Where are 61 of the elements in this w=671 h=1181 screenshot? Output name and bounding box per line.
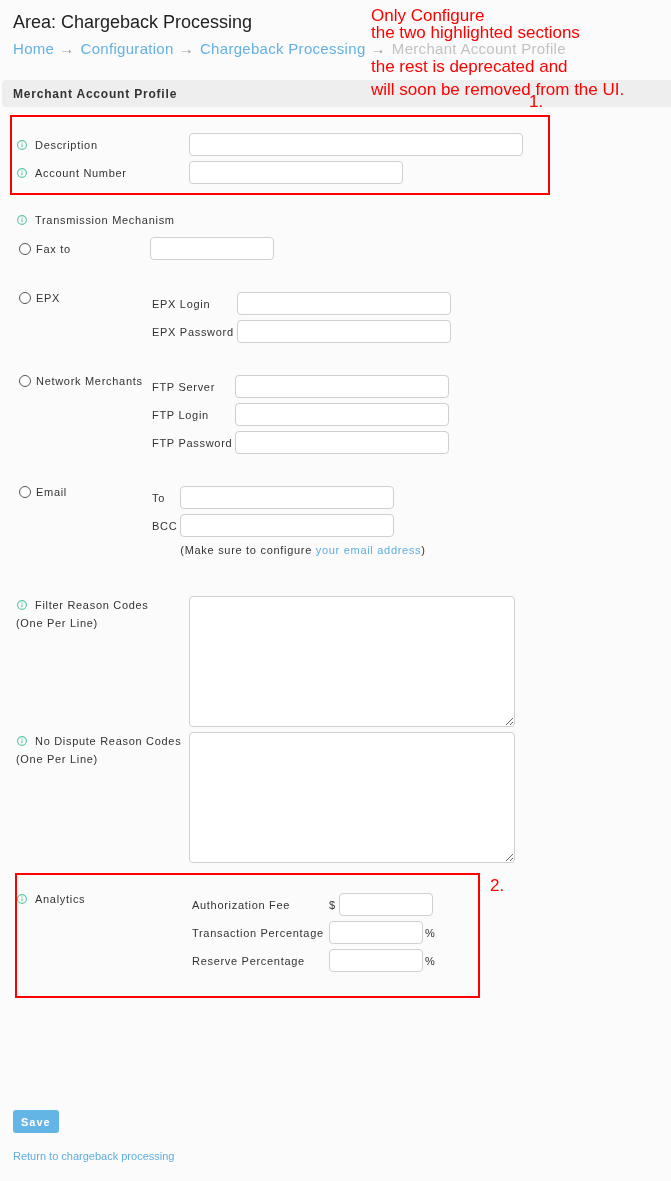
field-label: Account Number [35, 165, 127, 180]
radio-button[interactable] [19, 242, 31, 255]
field-hint: (One Per Line) [16, 616, 98, 630]
input-field[interactable] [235, 403, 450, 426]
breadcrumb-link[interactable]: Home [13, 41, 55, 57]
input-field[interactable] [236, 292, 451, 315]
help-note: (Make sure to configure your email address) [180, 543, 426, 557]
input-field[interactable] [338, 893, 433, 916]
field-hint: (One Per Line) [16, 752, 98, 766]
return-link[interactable]: Return to chargeback processing [13, 1150, 175, 1162]
annotation-text: the two highlighted sections [371, 24, 580, 41]
input-field[interactable] [150, 237, 274, 260]
annotation-text: the rest is deprecated and [371, 58, 568, 75]
section-number: 2. [490, 877, 505, 894]
input-field[interactable] [180, 486, 395, 509]
option-label[interactable]: Network Merchants [36, 374, 143, 388]
radio-button[interactable] [19, 292, 31, 304]
breadcrumb-link[interactable]: Configuration [80, 41, 174, 57]
annotation-text: Only Configure [371, 7, 485, 24]
currency-symbol: $ [329, 897, 336, 912]
input-field[interactable] [235, 375, 450, 398]
input-field[interactable] [329, 921, 423, 944]
text-area[interactable] [189, 732, 515, 863]
page-title: Area: Chargeback Processing [13, 12, 253, 32]
radio-button[interactable] [19, 375, 31, 387]
field-label: Authorization Fee [192, 897, 292, 912]
breadcrumb-link[interactable]: Chargeback Processing [199, 41, 366, 57]
field-label: No Dispute Reason Codes [35, 734, 182, 748]
input-field[interactable] [189, 133, 523, 156]
field-label: FTP Password [152, 435, 233, 450]
input-field[interactable] [235, 431, 450, 454]
input-field[interactable] [236, 320, 451, 343]
field-label: FTP Login [152, 407, 209, 422]
field-label: BCC [152, 518, 178, 533]
option-label[interactable]: Fax to [36, 241, 71, 256]
field-label: FTP Server [152, 379, 216, 394]
field-label: Description [35, 137, 98, 152]
field-label: To [152, 490, 166, 505]
panel-title: Merchant Account Profile [13, 86, 178, 101]
option-label[interactable]: Email [36, 485, 67, 499]
text-area[interactable] [189, 596, 515, 727]
field-label: Filter Reason Codes [35, 598, 149, 612]
field-label: EPX Password [152, 324, 234, 339]
email-address-link[interactable]: your email address [315, 544, 422, 556]
option-label[interactable]: EPX [36, 291, 61, 305]
section-label: Transmission Mechanism [35, 213, 175, 227]
breadcrumb-arrow: → [370, 41, 386, 57]
input-field[interactable] [329, 949, 423, 972]
field-label: Transaction Percentage [192, 925, 325, 940]
percent-sign: % [425, 953, 436, 968]
field-label: Reserve Percentage [192, 953, 306, 968]
percent-sign: % [425, 925, 436, 940]
breadcrumb-current: Merchant Account Profile [391, 41, 566, 57]
field-label: EPX Login [152, 296, 211, 311]
breadcrumb-arrow: → [59, 41, 75, 57]
input-field[interactable] [180, 514, 395, 537]
radio-button[interactable] [19, 486, 31, 498]
save-button[interactable]: Save [13, 1110, 59, 1133]
input-field[interactable] [189, 161, 403, 184]
breadcrumb-arrow: → [178, 41, 194, 57]
section-label: Analytics [35, 892, 86, 906]
